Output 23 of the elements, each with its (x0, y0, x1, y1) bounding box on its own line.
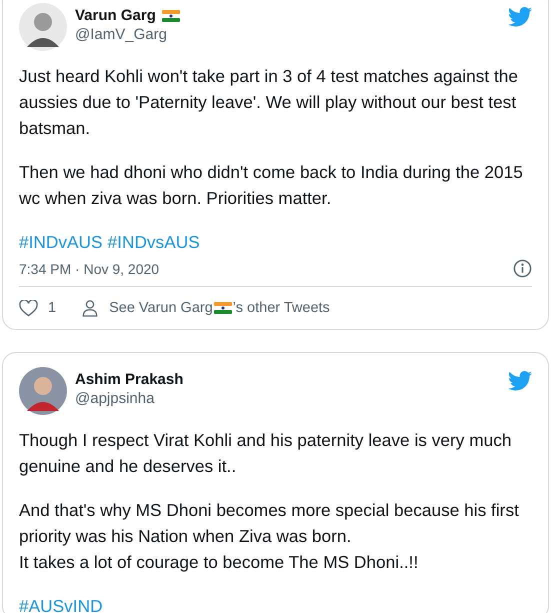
hashtag-link[interactable]: #INDvsAUS (108, 229, 200, 255)
hashtag-link[interactable]: #AUSvIND (19, 593, 103, 613)
tweet-text: Though I respect Virat Kohli and his paternity leave is very much genuine and he deserves it.. (19, 429, 512, 478)
bird-icon[interactable] (508, 7, 532, 27)
hashtag-link[interactable]: #INDvAUS (19, 229, 103, 255)
avatar-icon[interactable] (19, 367, 67, 415)
other-tweets-link[interactable]: See Varun Garg (109, 300, 213, 316)
heart-icon[interactable] (19, 300, 38, 316)
tweet-text: Then we had dhoni who didn't come back to India during the 2015 wc when ziva was born. Priorities matter. (19, 161, 524, 210)
like-count: 1 (48, 300, 56, 316)
user-handle[interactable]: @apjpsinha (75, 390, 184, 407)
user-handle[interactable]: @IamV_Garg (75, 26, 180, 43)
info-icon[interactable] (513, 259, 532, 278)
tweet-text: Just heard Kohli won't take part in 3 of 4 test matches against the aussies due to 'Paternity leave'. We will play without our best test batsman. (19, 65, 519, 140)
avatar-icon[interactable] (19, 3, 67, 51)
user-name[interactable]: Ashim Prakash (75, 371, 184, 388)
tweet-timestamp[interactable]: 7:34 PM · Nov 9, 2020 (19, 260, 160, 276)
tweet-text: And that's why MS Dhoni becomes more special because his first priority was his Nation when Ziva was born. It takes a lot of courage to become The MS Dhoni..!! (19, 499, 520, 574)
bird-icon[interactable] (508, 371, 532, 391)
other-tweets-link[interactable]: ’s other Tweets (232, 300, 330, 316)
user-name[interactable]: Varun Garg (75, 7, 156, 24)
person-icon[interactable] (82, 299, 98, 317)
flag-icon (214, 302, 232, 314)
